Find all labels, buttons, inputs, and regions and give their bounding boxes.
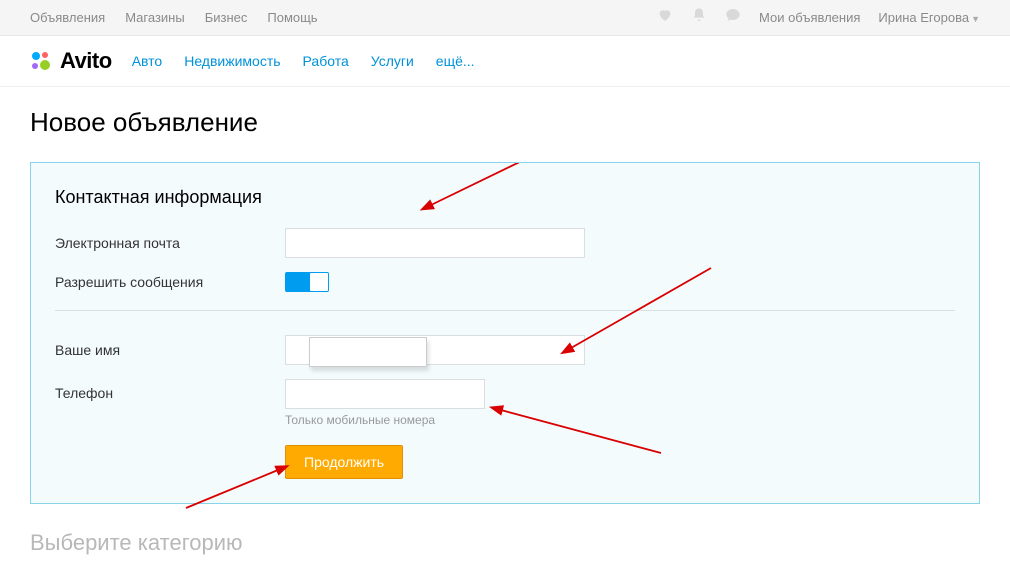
contact-panel: Контактная информация Электронная почта …: [30, 162, 980, 504]
select-category-heading: Выберите категорию: [30, 530, 980, 556]
name-overlay-box: [309, 337, 427, 367]
nav-realty[interactable]: Недвижимость: [184, 53, 280, 69]
phone-hint: Только мобильные номера: [285, 413, 585, 427]
section-title: Контактная информация: [55, 187, 955, 208]
row-allow-msg: Разрешить сообщения: [55, 272, 955, 292]
topbar-link-business[interactable]: Бизнес: [205, 10, 248, 25]
nav-auto[interactable]: Авто: [132, 53, 163, 69]
label-name: Ваше имя: [55, 342, 285, 358]
topbar-link-help[interactable]: Помощь: [267, 10, 317, 25]
label-phone: Телефон: [55, 379, 285, 401]
topbar: Объявления Магазины Бизнес Помощь Мои об…: [0, 0, 1010, 36]
label-allow-msg: Разрешить сообщения: [55, 274, 285, 290]
navbar: Avito Авто Недвижимость Работа Услуги ещ…: [0, 36, 1010, 87]
category-nav: Авто Недвижимость Работа Услуги ещё...: [132, 53, 475, 69]
topbar-link-ads[interactable]: Объявления: [30, 10, 105, 25]
topbar-right: Мои объявления Ирина Егорова▼: [657, 7, 980, 28]
topbar-left-links: Объявления Магазины Бизнес Помощь: [30, 10, 318, 25]
allow-msg-toggle[interactable]: [285, 272, 329, 292]
my-ads-link[interactable]: Мои объявления: [759, 10, 860, 25]
divider: [55, 310, 955, 311]
continue-button[interactable]: Продолжить: [285, 445, 403, 479]
bell-icon[interactable]: [691, 7, 707, 28]
logo[interactable]: Avito: [30, 48, 112, 74]
page-title: Новое объявление: [30, 107, 980, 138]
heart-icon[interactable]: [657, 7, 673, 28]
logo-text: Avito: [60, 48, 112, 74]
label-email: Электронная почта: [55, 235, 285, 251]
row-email: Электронная почта: [55, 228, 955, 258]
chevron-down-icon: ▼: [971, 14, 980, 24]
row-phone: Телефон Только мобильные номера: [55, 379, 955, 427]
email-input[interactable]: [285, 228, 585, 258]
logo-icon: [30, 50, 52, 72]
nav-jobs[interactable]: Работа: [303, 53, 349, 69]
chat-icon[interactable]: [725, 7, 741, 28]
row-name: Ваше имя: [55, 335, 955, 365]
nav-more[interactable]: ещё...: [436, 53, 475, 69]
topbar-link-shops[interactable]: Магазины: [125, 10, 185, 25]
main-content: Новое объявление Контактная информация Э…: [0, 87, 1010, 576]
phone-input[interactable]: [285, 379, 485, 409]
user-menu[interactable]: Ирина Егорова▼: [878, 10, 980, 25]
toggle-knob: [310, 273, 328, 291]
nav-services[interactable]: Услуги: [371, 53, 414, 69]
